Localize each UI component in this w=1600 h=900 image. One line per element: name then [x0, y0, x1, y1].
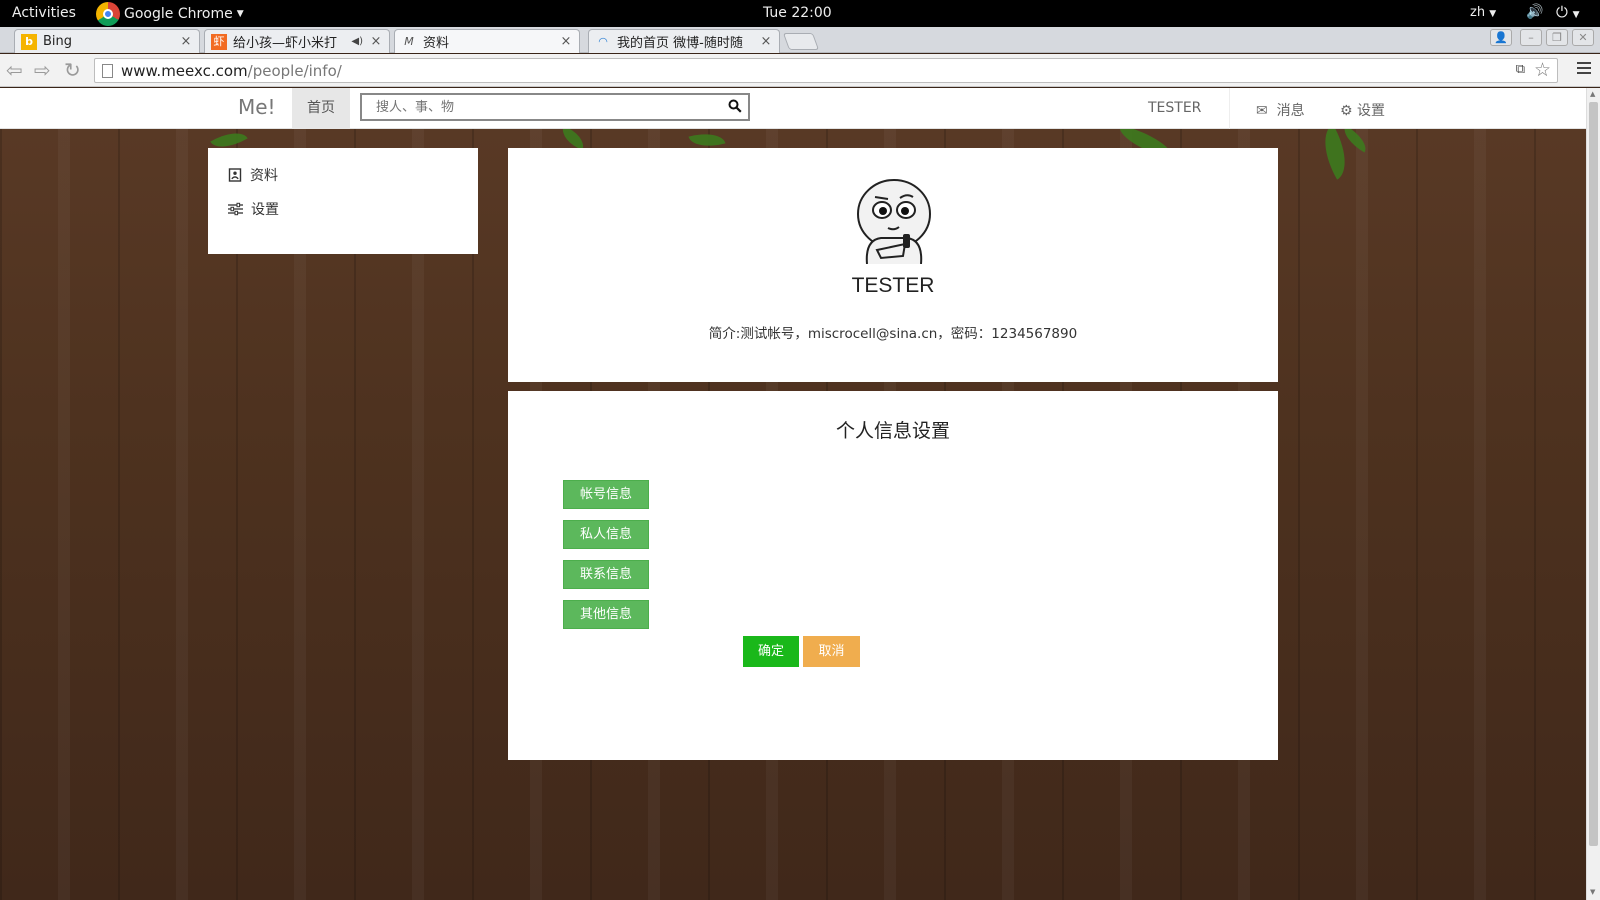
site-brand[interactable]: Me!: [238, 95, 276, 119]
nav-home[interactable]: 首页: [292, 88, 350, 129]
envelope-icon: ✉: [1256, 103, 1268, 119]
clock[interactable]: Tue 22:00: [763, 5, 832, 21]
chrome-icon: [96, 1, 120, 26]
site-navbar: Me! 首页 TESTER ✉ 消息 ⚙ 设置: [0, 88, 1586, 129]
page-viewport: Me! 首页 TESTER ✉ 消息 ⚙ 设置 资料: [0, 88, 1586, 900]
profile-icon[interactable]: 👤: [1490, 29, 1512, 46]
system-top-bar: Activities Google Chrome ▼ Tue 22:00 zh …: [0, 0, 1600, 27]
tab-weibo[interactable]: ◠ 我的首页 微博-随时随 ×: [588, 29, 780, 53]
new-tab-button[interactable]: [782, 33, 820, 50]
settings-heading: 个人信息设置: [835, 420, 950, 442]
bing-icon: b: [21, 33, 37, 50]
chrome-menu-icon[interactable]: [1577, 59, 1591, 77]
chevron-down-icon: ▼: [236, 8, 244, 19]
settings-link[interactable]: ⚙ 设置: [1340, 100, 1385, 120]
scroll-down-icon[interactable]: ▼: [1590, 888, 1595, 896]
close-icon[interactable]: ×: [759, 34, 773, 49]
xiami-icon: 虾: [211, 33, 227, 50]
profile-bio: 简介:测试帐号，miscrocell@sina.cn，密码：1234567890: [708, 326, 1078, 342]
tab-profile[interactable]: M 资料 ×: [394, 29, 580, 53]
leaf-decoration: [1338, 125, 1372, 153]
forward-icon[interactable]: ⇨: [34, 58, 51, 82]
account-info-button[interactable]: 帐号信息: [563, 480, 649, 509]
close-icon[interactable]: ×: [559, 34, 573, 49]
activities-button[interactable]: Activities: [12, 5, 76, 21]
scrollbar-thumb[interactable]: [1589, 102, 1598, 846]
tab-strip: b Bing × 虾 给小孩—虾小米打 ◀) × M 资料 × ◠ 我的首页 微…: [0, 27, 1600, 53]
search-box: [360, 93, 750, 121]
confirm-button[interactable]: 确定: [743, 636, 799, 667]
navbar-divider: [1229, 88, 1230, 129]
settings-card: 个人信息设置 帐号信息 私人信息 联系信息 其他信息 确定 取消: [508, 391, 1278, 760]
avatar[interactable]: [853, 176, 935, 264]
tab-xiami[interactable]: 虾 给小孩—虾小米打 ◀) ×: [204, 29, 390, 53]
user-menu[interactable]: TESTER: [1148, 100, 1201, 116]
reload-icon[interactable]: ↻: [64, 58, 81, 82]
profile-icon: [228, 168, 242, 182]
profile-card: TESTER 简介:测试帐号，miscrocell@sina.cn，密码：123…: [508, 148, 1278, 382]
sidebar-item-profile[interactable]: 资料: [228, 164, 278, 186]
tab-bing[interactable]: b Bing ×: [14, 29, 200, 53]
power-icon[interactable]: ⏻ ▼: [1556, 3, 1580, 21]
cancel-button[interactable]: 取消: [803, 636, 860, 667]
language-indicator[interactable]: zh ▼: [1470, 5, 1496, 20]
loading-icon: ◠: [598, 34, 608, 48]
page-scrollbar[interactable]: ▲ ▼: [1586, 88, 1600, 900]
sliders-icon: [228, 202, 243, 216]
url-text[interactable]: www.meexc.com/people/info/: [121, 62, 342, 80]
close-icon[interactable]: ×: [179, 34, 193, 49]
scroll-up-icon[interactable]: ▲: [1590, 90, 1595, 98]
meexc-icon: M: [404, 34, 414, 48]
other-info-button[interactable]: 其他信息: [563, 600, 649, 629]
minimize-icon[interactable]: –: [1520, 29, 1542, 46]
private-info-button[interactable]: 私人信息: [563, 520, 649, 549]
bookmark-star-icon[interactable]: ☆: [1534, 59, 1551, 81]
address-bar[interactable]: www.meexc.com/people/info/ ⧉ ☆: [94, 58, 1558, 83]
page-icon: [102, 64, 113, 78]
translate-icon[interactable]: ⧉: [1516, 62, 1525, 77]
app-name: Google Chrome: [124, 5, 233, 22]
restore-icon[interactable]: ❐: [1546, 29, 1568, 46]
leaf-decoration: [558, 126, 588, 150]
search-icon[interactable]: [728, 99, 742, 113]
sidebar-item-settings[interactable]: 设置: [228, 198, 279, 220]
gear-icon: ⚙: [1340, 103, 1353, 119]
close-window-icon[interactable]: ✕: [1572, 29, 1594, 46]
browser-toolbar: ⇦ ⇨ ↻ www.meexc.com/people/info/ ⧉ ☆: [0, 54, 1600, 87]
contact-info-button[interactable]: 联系信息: [563, 560, 649, 589]
close-icon[interactable]: ×: [369, 34, 383, 49]
search-input[interactable]: [362, 95, 722, 119]
sidebar: 资料 设置: [208, 148, 478, 254]
profile-name: TESTER: [851, 274, 935, 297]
speaker-icon[interactable]: ◀): [351, 36, 363, 47]
volume-icon[interactable]: 🔊: [1526, 4, 1543, 20]
messages-link[interactable]: ✉ 消息: [1256, 100, 1305, 120]
app-menu[interactable]: Google Chrome ▼: [96, 0, 244, 27]
back-icon[interactable]: ⇦: [6, 58, 23, 82]
